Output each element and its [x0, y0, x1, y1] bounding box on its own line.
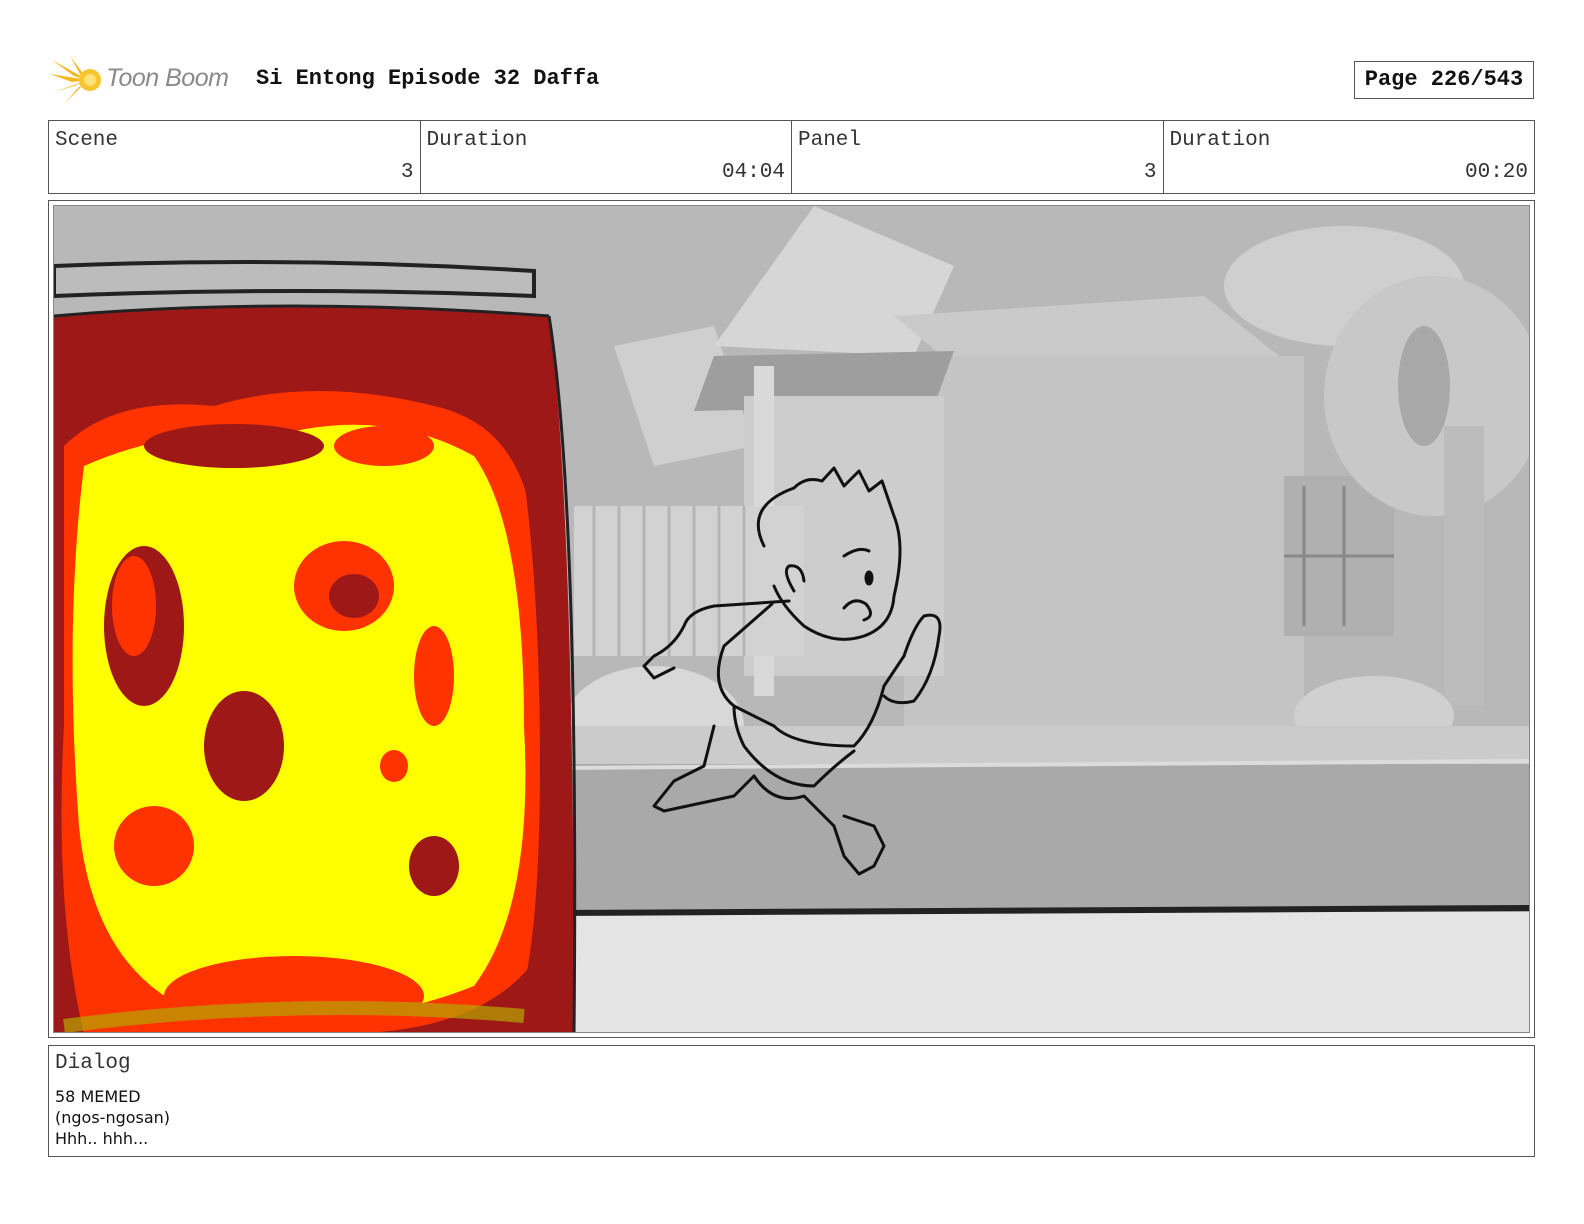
storyboard-drawing: [54, 206, 1529, 1032]
panel-duration-label: Duration: [1169, 129, 1271, 152]
dialog-line-direction: (ngos-ngosan): [55, 1108, 171, 1127]
page-number: Page 226/543: [1354, 61, 1534, 99]
dialog-label: Dialog: [55, 1052, 131, 1075]
dialog-text: 58 MEMED (ngos-ngosan) Hhh.. hhh...: [55, 1086, 170, 1149]
panel-duration-value: 00:20: [1464, 161, 1528, 184]
scene-cell: Scene 3: [49, 121, 421, 193]
sambal-jar: [54, 260, 577, 1032]
panel-duration-cell: Duration 00:20: [1164, 121, 1535, 193]
background-fence: [574, 506, 804, 656]
panel-value: 3: [1143, 161, 1157, 184]
scene-value: 3: [400, 161, 414, 184]
dialog-box: Dialog 58 MEMED (ngos-ngosan) Hhh.. hhh.…: [48, 1045, 1535, 1157]
panel-cell: Panel 3: [792, 121, 1164, 193]
dialog-line-character: 58 MEMED: [55, 1087, 141, 1106]
scene-label: Scene: [55, 129, 119, 152]
scene-duration-value: 04:04: [721, 161, 785, 184]
road: [554, 764, 1529, 914]
sidewalk: [554, 726, 1529, 766]
storyboard-panel-frame: [48, 200, 1535, 1038]
toon-boom-logo: Toon Boom: [50, 52, 240, 108]
dialog-line-speech: Hhh.. hhh...: [55, 1129, 149, 1148]
scene-duration-label: Duration: [426, 129, 528, 152]
panel-label: Panel: [798, 129, 862, 152]
document-title: Si Entong Episode 32 Daffa: [256, 66, 600, 91]
storyboard-panel-image: [53, 205, 1530, 1033]
flame-burst-icon: [50, 56, 101, 104]
logo-text: Toon Boom: [106, 64, 229, 92]
scene-info-table: Scene 3 Duration 04:04 Panel 3 Duration …: [48, 120, 1535, 194]
foreground-floor: [554, 912, 1529, 1032]
scene-duration-cell: Duration 04:04: [421, 121, 792, 193]
